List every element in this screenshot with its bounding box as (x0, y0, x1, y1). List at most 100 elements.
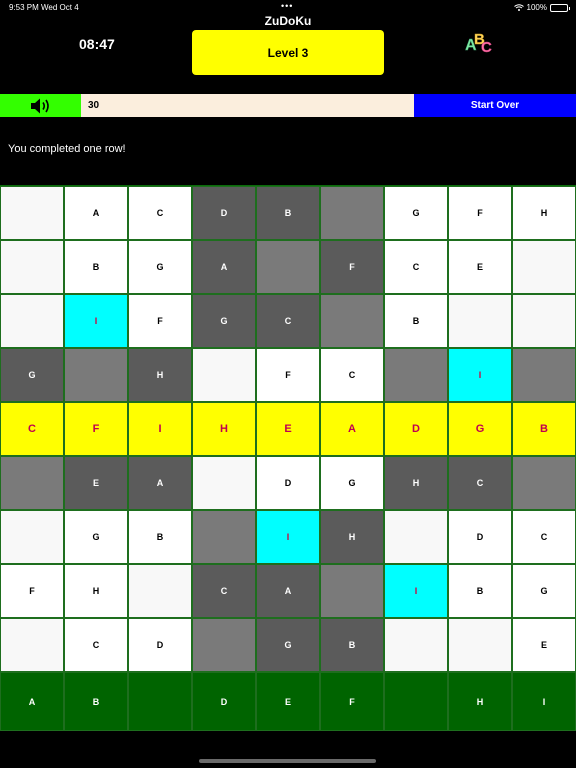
board-cell[interactable]: E (512, 618, 576, 672)
board-cell[interactable]: B (320, 618, 384, 672)
board-cell[interactable]: C (320, 348, 384, 402)
letter-picker-cell[interactable]: I (512, 672, 576, 731)
board-cell[interactable]: C (192, 564, 256, 618)
board-cell[interactable] (512, 240, 576, 294)
status-date: Wed Oct 4 (41, 3, 79, 12)
board-cell[interactable] (448, 294, 512, 348)
letter-picker-cell[interactable]: E (256, 672, 320, 731)
board-cell[interactable] (192, 456, 256, 510)
abc-icon-letter: C (481, 39, 492, 56)
board-cell[interactable]: G (256, 618, 320, 672)
board-cell[interactable]: I (448, 348, 512, 402)
board-cell[interactable]: A (192, 240, 256, 294)
board-cell[interactable] (192, 510, 256, 564)
abc-mode-icon[interactable]: A B C (463, 30, 495, 56)
board-cell[interactable]: F (448, 186, 512, 240)
board-cell[interactable]: B (448, 564, 512, 618)
level-button[interactable]: Level 3 (192, 30, 384, 75)
board-cell[interactable] (256, 240, 320, 294)
board-cell[interactable] (128, 564, 192, 618)
board-cell[interactable]: A (128, 456, 192, 510)
letter-picker-cell[interactable]: B (64, 672, 128, 731)
board-cell[interactable]: H (128, 348, 192, 402)
board-cell[interactable]: I (64, 294, 128, 348)
board-cell[interactable]: F (64, 402, 128, 456)
letter-picker-cell[interactable] (384, 672, 448, 731)
board-cell[interactable]: B (512, 402, 576, 456)
board-cell[interactable]: H (512, 186, 576, 240)
board-cell[interactable] (64, 348, 128, 402)
board-cell[interactable]: G (64, 510, 128, 564)
multitasking-dots-icon[interactable]: ••• (281, 1, 293, 11)
board-cell[interactable]: B (64, 240, 128, 294)
board-cell[interactable] (0, 618, 64, 672)
board-cell[interactable]: C (0, 402, 64, 456)
board-cell[interactable]: G (320, 456, 384, 510)
board-cell[interactable]: F (320, 240, 384, 294)
board-cell[interactable]: C (256, 294, 320, 348)
home-indicator[interactable] (199, 759, 376, 763)
board-cell[interactable]: I (256, 510, 320, 564)
letter-picker-cell[interactable]: H (448, 672, 512, 731)
board-cell[interactable] (512, 348, 576, 402)
board-cell[interactable]: E (448, 240, 512, 294)
board-cell[interactable]: D (256, 456, 320, 510)
board-cell[interactable] (0, 294, 64, 348)
board-cell[interactable] (320, 564, 384, 618)
letter-picker-cell[interactable]: D (192, 672, 256, 731)
board-cell[interactable]: G (0, 348, 64, 402)
board-cell[interactable]: E (256, 402, 320, 456)
board-cell[interactable] (0, 186, 64, 240)
board-cell[interactable]: A (64, 186, 128, 240)
letter-picker-cell[interactable]: F (320, 672, 384, 731)
board-cell[interactable]: C (512, 510, 576, 564)
board-cell[interactable]: G (384, 186, 448, 240)
status-message: You completed one row! (8, 143, 126, 155)
board-cell[interactable] (192, 618, 256, 672)
board-cell[interactable]: D (128, 618, 192, 672)
board-cell[interactable] (0, 240, 64, 294)
board-cell[interactable]: B (256, 186, 320, 240)
board-cell[interactable]: F (256, 348, 320, 402)
board-cell[interactable]: H (192, 402, 256, 456)
board-cell[interactable] (384, 618, 448, 672)
board-cell[interactable]: C (384, 240, 448, 294)
board-cell[interactable] (512, 456, 576, 510)
board-cell[interactable] (320, 294, 384, 348)
board-cell[interactable]: I (128, 402, 192, 456)
board-cell[interactable]: G (512, 564, 576, 618)
board-cell[interactable]: C (64, 618, 128, 672)
board-cell[interactable] (0, 510, 64, 564)
board-cell[interactable]: C (128, 186, 192, 240)
board-cell[interactable] (512, 294, 576, 348)
board-cell[interactable]: H (320, 510, 384, 564)
board-cell[interactable]: I (384, 564, 448, 618)
sound-toggle-button[interactable] (0, 94, 81, 117)
board-cell[interactable] (0, 456, 64, 510)
board-cell[interactable] (192, 348, 256, 402)
board-cell[interactable]: E (64, 456, 128, 510)
board-cell[interactable]: G (448, 402, 512, 456)
board-cell[interactable]: B (128, 510, 192, 564)
board-cell[interactable] (384, 510, 448, 564)
board-cell[interactable]: F (0, 564, 64, 618)
board-cell[interactable]: H (64, 564, 128, 618)
board-cell[interactable] (320, 186, 384, 240)
board-cell[interactable]: D (192, 186, 256, 240)
board-cell[interactable]: G (128, 240, 192, 294)
letter-picker-cell[interactable]: A (0, 672, 64, 731)
board-cell[interactable] (448, 618, 512, 672)
board-cell[interactable]: H (384, 456, 448, 510)
letter-picker-cell[interactable] (128, 672, 192, 731)
board-cell[interactable]: A (320, 402, 384, 456)
board-cell[interactable]: F (128, 294, 192, 348)
board-cell[interactable]: G (192, 294, 256, 348)
board-cell[interactable]: D (384, 402, 448, 456)
start-over-button[interactable]: Start Over (414, 94, 576, 117)
board-cell[interactable]: C (448, 456, 512, 510)
status-bar: 9:53 PM Wed Oct 4 ••• 100% (0, 0, 576, 14)
board-cell[interactable]: D (448, 510, 512, 564)
board-cell[interactable] (384, 348, 448, 402)
board-cell[interactable]: A (256, 564, 320, 618)
board-cell[interactable]: B (384, 294, 448, 348)
